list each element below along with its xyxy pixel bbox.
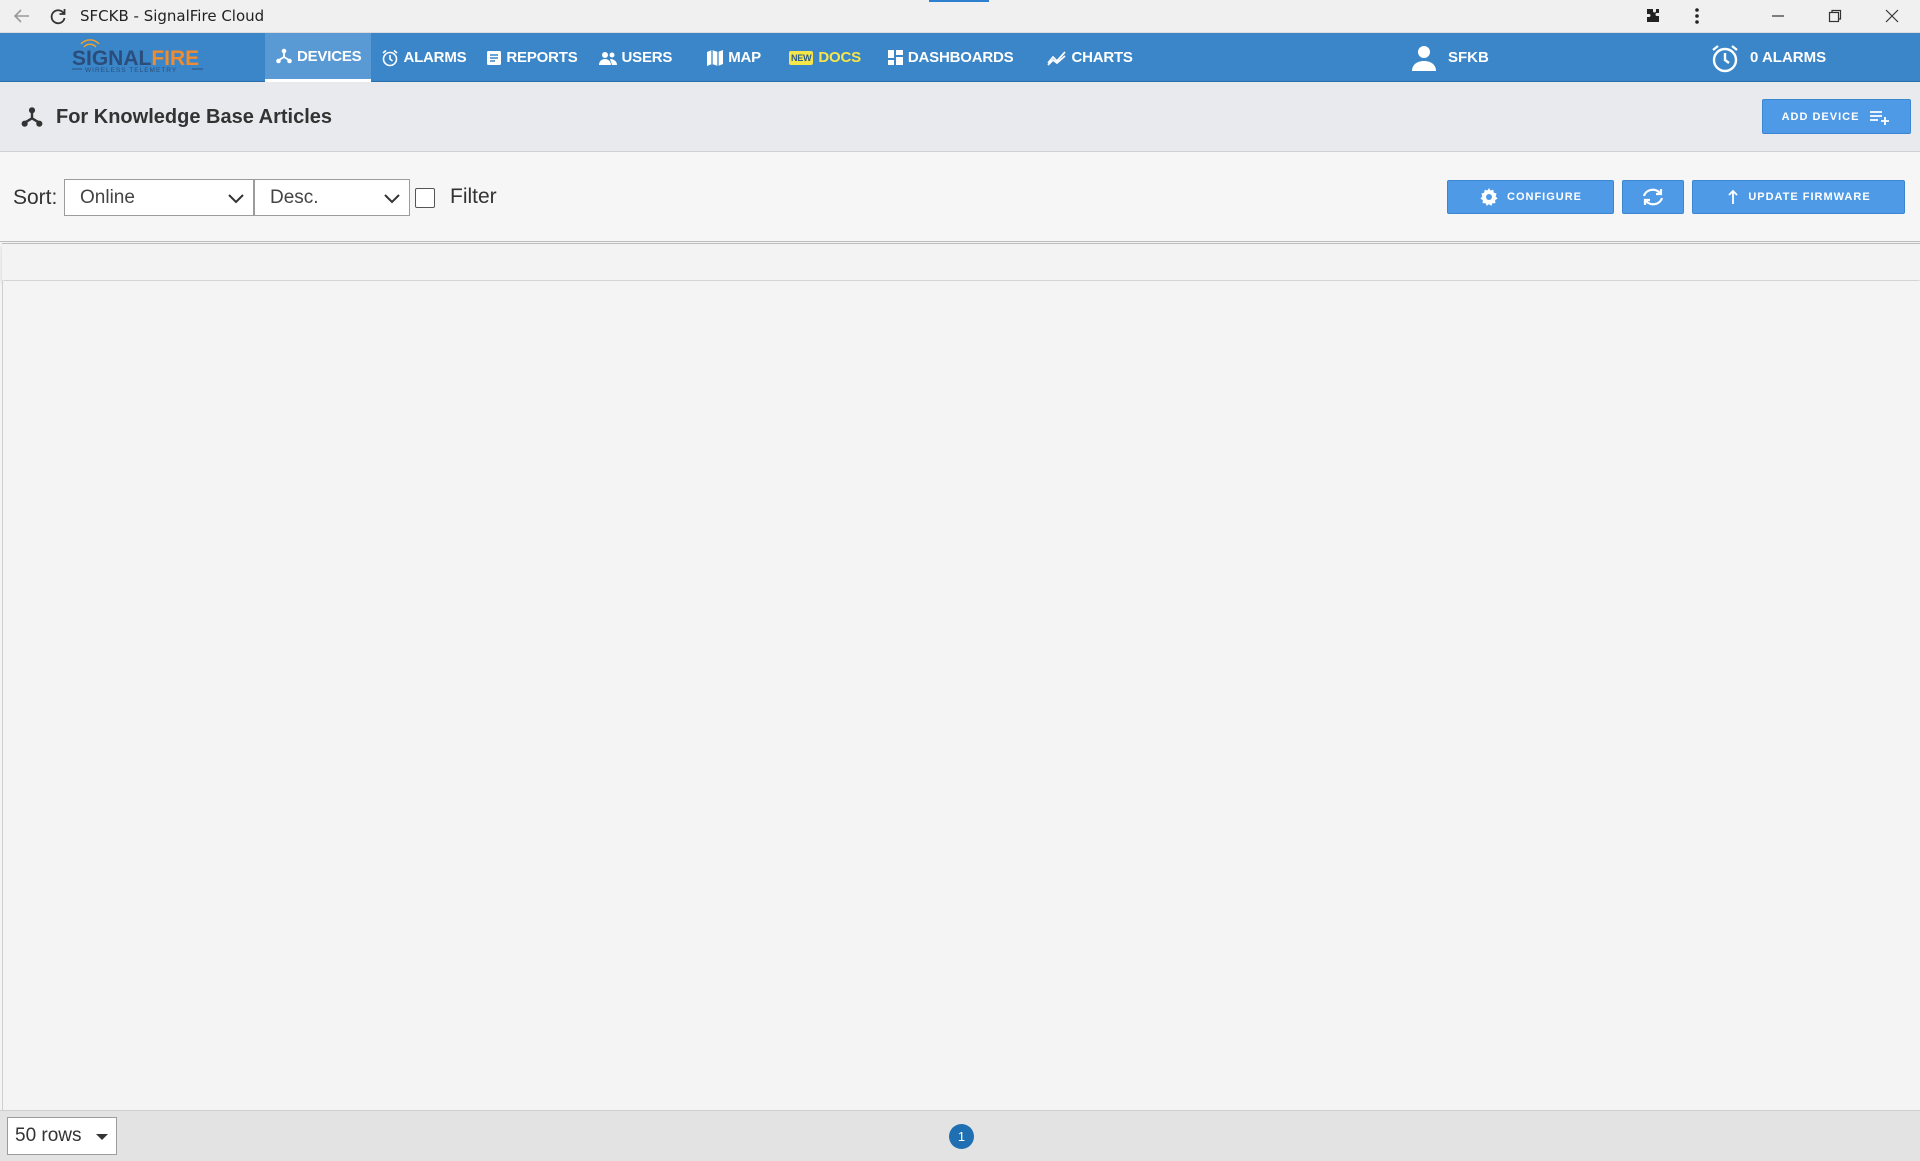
dashboard-icon	[887, 50, 903, 65]
nav-reports-label: REPORTS	[506, 49, 578, 66]
alarms-counter[interactable]: 0 ALARMS	[1710, 33, 1826, 82]
pagination-footer: 50 rows 1	[0, 1110, 1920, 1161]
chevron-down-icon	[228, 194, 244, 204]
update-firmware-button[interactable]: UPDATE FIRMWARE	[1692, 180, 1905, 214]
sort-order-select[interactable]: Desc.	[254, 179, 410, 216]
page-1-button[interactable]: 1	[949, 1124, 974, 1149]
signalfire-logo[interactable]: SIGNALFIRE WIRELESS TELEMETRY	[70, 38, 205, 78]
sort-field-select[interactable]: Online	[64, 179, 254, 216]
update-firmware-label: UPDATE FIRMWARE	[1748, 191, 1871, 203]
filter-checkbox[interactable]	[415, 188, 435, 208]
sort-order-value: Desc.	[270, 186, 319, 208]
window-title: SFCKB - SignalFire Cloud	[80, 7, 265, 25]
rows-per-page-select[interactable]: 50 rows	[7, 1117, 117, 1155]
filter-label: Filter	[450, 185, 497, 208]
add-device-button[interactable]: ADD DEVICE	[1762, 99, 1911, 134]
back-arrow-icon	[13, 9, 29, 23]
configure-button[interactable]: CONFIGURE	[1447, 180, 1614, 214]
reload-icon	[50, 9, 66, 25]
nav-docs[interactable]: NEW DOCS	[771, 33, 871, 82]
nav-charts-label: CHARTS	[1071, 49, 1133, 66]
device-list-area	[2, 281, 1920, 1111]
nav-map-label: MAP	[728, 49, 761, 66]
nav-map[interactable]: MAP	[682, 33, 771, 82]
logo-tagline: WIRELESS TELEMETRY	[85, 67, 177, 74]
user-menu[interactable]: SFKB	[1410, 33, 1489, 82]
sort-field-value: Online	[80, 186, 135, 208]
device-toolbar: Sort: Online Desc. Filter CONFIGURE UPDA…	[0, 152, 1920, 242]
restore-icon	[1828, 9, 1841, 23]
new-badge: NEW	[788, 50, 814, 65]
kebab-icon	[1695, 8, 1699, 24]
alarm-clock-icon	[1712, 44, 1738, 72]
add-device-label: ADD DEVICE	[1781, 110, 1860, 123]
devices-icon	[21, 107, 43, 127]
reload-button[interactable]	[44, 0, 72, 33]
main-nav: SIGNALFIRE WIRELESS TELEMETRY DEVICES AL…	[0, 33, 1920, 82]
nav-charts[interactable]: CHARTS	[1023, 33, 1142, 82]
users-icon	[598, 51, 617, 65]
restore-button[interactable]	[1806, 0, 1863, 33]
map-icon	[707, 49, 724, 66]
nav-docs-label: DOCS	[818, 49, 861, 66]
extensions-button[interactable]	[1631, 0, 1675, 33]
nav-users-label: USERS	[621, 49, 673, 66]
configure-label: CONFIGURE	[1507, 191, 1582, 203]
nav-reports[interactable]: REPORTS	[476, 33, 587, 82]
report-icon	[487, 50, 502, 65]
sort-label: Sort:	[13, 186, 58, 209]
close-window-button[interactable]	[1863, 0, 1920, 33]
gear-icon	[1480, 188, 1498, 206]
alarms-count-label: 0 ALARMS	[1750, 49, 1827, 66]
minimize-button[interactable]	[1749, 0, 1806, 33]
devices-icon	[276, 48, 292, 64]
more-menu-button[interactable]	[1675, 0, 1719, 33]
device-table-header	[2, 243, 1920, 280]
back-button[interactable]	[0, 0, 44, 33]
page-header: For Knowledge Base Articles ADD DEVICE	[0, 82, 1920, 152]
puzzle-icon	[1647, 9, 1659, 22]
loading-indicator	[929, 0, 989, 2]
playlist-add-icon	[1870, 110, 1890, 125]
nav-alarms[interactable]: ALARMS	[371, 33, 476, 82]
rows-per-page-value: 50 rows	[15, 1125, 82, 1146]
nav-alarms-label: ALARMS	[403, 49, 467, 66]
nav-devices-label: DEVICES	[297, 47, 362, 65]
caret-down-icon	[96, 1134, 108, 1140]
refresh-button[interactable]	[1622, 180, 1684, 214]
user-name: SFKB	[1448, 49, 1489, 66]
window-titlebar: SFCKB - SignalFire Cloud	[0, 0, 1920, 33]
refresh-icon	[1642, 188, 1664, 206]
user-icon	[1412, 45, 1436, 71]
nav-dashboards-label: DASHBOARDS	[907, 49, 1014, 66]
close-icon	[1885, 9, 1898, 23]
nav-dashboards[interactable]: DASHBOARDS	[871, 33, 1024, 82]
alarm-clock-icon	[382, 49, 398, 66]
chevron-down-icon	[384, 194, 400, 204]
page-title: For Knowledge Base Articles	[56, 106, 332, 128]
upload-icon	[1728, 189, 1738, 204]
chart-icon	[1047, 50, 1067, 66]
minimize-icon	[1771, 15, 1784, 17]
nav-devices[interactable]: DEVICES	[265, 33, 372, 82]
nav-users[interactable]: USERS	[588, 33, 683, 82]
